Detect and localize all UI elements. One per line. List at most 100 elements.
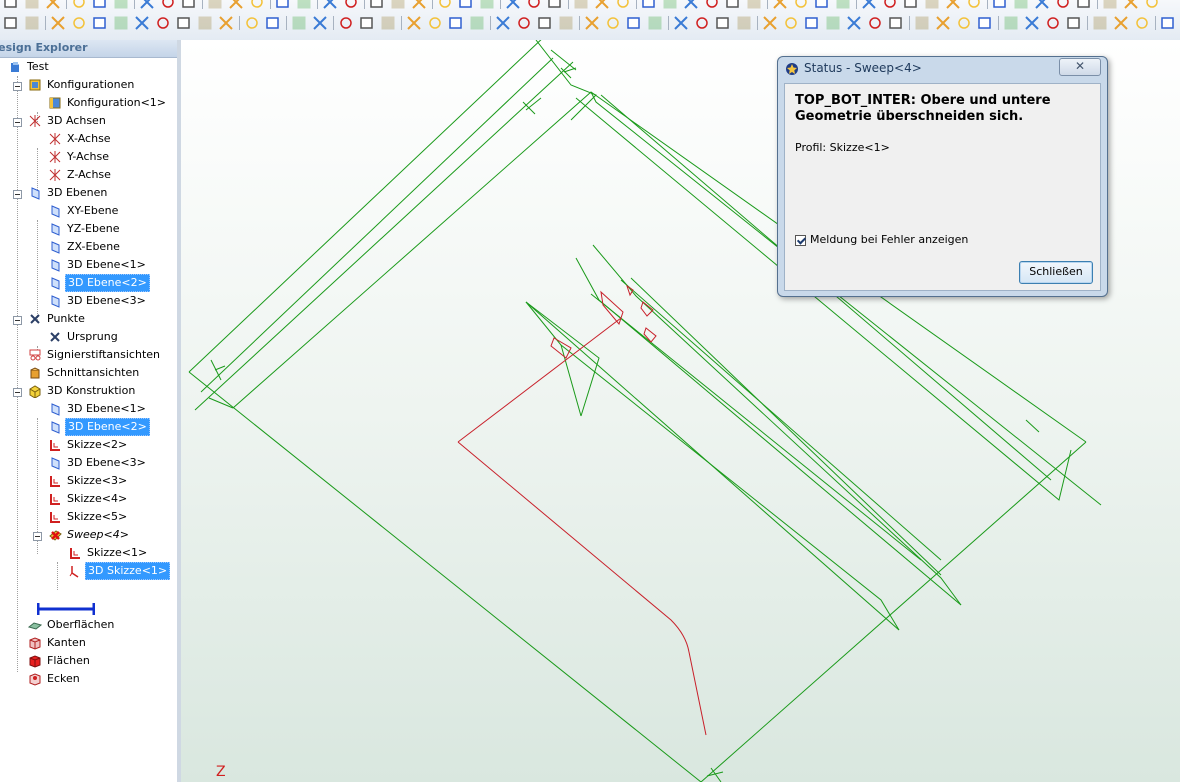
toolbar-tool-button[interactable] — [290, 14, 308, 32]
toolbar-tool-button[interactable] — [536, 14, 554, 32]
toolbar-tool-button[interactable] — [389, 0, 407, 11]
toolbar-tool-button[interactable] — [243, 14, 261, 32]
toolbar-tool-button[interactable] — [991, 0, 1009, 11]
toolbar-tool-button[interactable] — [703, 0, 721, 11]
toolbar-tool-button[interactable] — [1143, 0, 1161, 11]
tree-item-skizze-3[interactable]: Skizze<3> — [48, 472, 129, 490]
toolbar-tool-button[interactable] — [436, 0, 454, 11]
toolbar-tool-button[interactable] — [1091, 14, 1109, 32]
tree-item-konstruktion-3d-ebene-3[interactable]: 3D Ebene<3> — [48, 454, 148, 472]
tree-item-konstruktion-3d-ebene-2[interactable]: 3D Ebene<2> — [48, 418, 150, 436]
tree-item-sweep-4[interactable]: Sweep<4> — [48, 526, 131, 544]
close-button[interactable]: Schließen — [1019, 261, 1093, 284]
toolbar-tool-button[interactable] — [1002, 14, 1020, 32]
toolbar-tool-button[interactable] — [724, 0, 742, 11]
toolbar-tool-button[interactable] — [91, 0, 109, 11]
toolbar-tool-button[interactable] — [410, 0, 428, 11]
toolbar-tool-button[interactable] — [274, 0, 292, 11]
tree-item-skizze-4[interactable]: Skizze<4> — [48, 490, 129, 508]
toolbar-tool-button[interactable] — [976, 14, 994, 32]
toolbar-tool-button[interactable] — [572, 0, 590, 11]
toolbar-tool-button[interactable] — [70, 14, 88, 32]
tree-item-flaechen[interactable]: Flächen — [28, 652, 92, 670]
tree-item-kanten[interactable]: Kanten — [28, 634, 88, 652]
toolbar-tool-button[interactable] — [860, 0, 878, 11]
tree-item-zx-ebene[interactable]: ZX-Ebene — [48, 238, 122, 256]
tree-item-3d-achsen[interactable]: 3D Achsen — [28, 112, 108, 130]
toolbar-tool-button[interactable] — [1065, 14, 1083, 32]
toolbar-tool-button[interactable] — [159, 0, 177, 11]
tree-item-oberflaechen[interactable]: Oberflächen — [28, 616, 116, 634]
tree-item-konfiguration-1[interactable]: Konfiguration<1> — [48, 94, 168, 112]
toolbar-tool-button[interactable] — [965, 0, 983, 11]
toolbar-tool-button[interactable] — [447, 14, 465, 32]
toolbar-tool-button[interactable] — [614, 0, 632, 11]
toolbar-tool-button[interactable] — [902, 0, 920, 11]
toolbar-tool-button[interactable] — [1133, 14, 1151, 32]
tree-item-skizze-2[interactable]: Skizze<2> — [48, 436, 129, 454]
tree-item-konfigurationen[interactable]: Konfigurationen — [28, 76, 136, 94]
toolbar-tool-button[interactable] — [91, 14, 109, 32]
tree-item-skizze-5[interactable]: Skizze<5> — [48, 508, 129, 526]
toolbar-tool-button[interactable] — [813, 0, 831, 11]
collapse-toggle[interactable] — [33, 532, 42, 541]
toolbar-tool-button[interactable] — [913, 14, 931, 32]
tree-item-yz-ebene[interactable]: YZ-Ebene — [48, 220, 121, 238]
toolbar-tool-button[interactable] — [337, 14, 355, 32]
toolbar-tool-button[interactable] — [23, 14, 41, 32]
toolbar-tool-button[interactable] — [745, 0, 763, 11]
toolbar-tool-button[interactable] — [264, 14, 282, 32]
tree-item-schnittansichten[interactable]: Schnittansichten — [28, 364, 141, 382]
toolbar-tool-button[interactable] — [112, 14, 130, 32]
tree-item-ecken[interactable]: Ecken — [28, 670, 82, 688]
toolbar-tool-button[interactable] — [70, 0, 88, 11]
toolbar-tool-button[interactable] — [2, 0, 20, 11]
toolbar-tool-button[interactable] — [321, 0, 339, 11]
collapse-toggle[interactable] — [13, 118, 22, 127]
toolbar-tool-button[interactable] — [923, 0, 941, 11]
toolbar-tool-button[interactable] — [714, 14, 732, 32]
toolbar-tool-button[interactable] — [1054, 0, 1072, 11]
dialog-close-button[interactable]: ✕ — [1059, 58, 1101, 76]
toolbar-tool-button[interactable] — [44, 0, 62, 11]
tree-item-3d-skizze-1[interactable]: 3D Skizze<1> — [68, 562, 171, 580]
toolbar-tool-button[interactable] — [154, 14, 172, 32]
toolbar-tool-button[interactable] — [1101, 0, 1119, 11]
toolbar-tool-button[interactable] — [955, 14, 973, 32]
tree-item-ursprung[interactable]: Ursprung — [48, 328, 120, 346]
toolbar-tool-button[interactable] — [604, 14, 622, 32]
toolbar-tool-button[interactable] — [824, 14, 842, 32]
toolbar-tool-button[interactable] — [782, 14, 800, 32]
tree-item-3d-ebene-1[interactable]: 3D Ebene<1> — [48, 256, 148, 274]
toolbar-tool-button[interactable] — [771, 0, 789, 11]
toolbar-tool-button[interactable] — [640, 0, 658, 11]
toolbar-tool-button[interactable] — [735, 14, 753, 32]
toolbar-tool-button[interactable] — [49, 14, 67, 32]
toolbar-tool-button[interactable] — [2, 14, 20, 32]
tree-item-3d-ebene-3[interactable]: 3D Ebene<3> — [48, 292, 148, 310]
toolbar-tool-button[interactable] — [112, 0, 130, 11]
toolbar-tool-button[interactable] — [227, 0, 245, 11]
toolbar-tool-button[interactable] — [1044, 14, 1062, 32]
toolbar-tool-button[interactable] — [881, 0, 899, 11]
toolbar-tool-button[interactable] — [672, 14, 690, 32]
toolbar-tool-button[interactable] — [478, 0, 496, 11]
toolbar-tool-button[interactable] — [661, 0, 679, 11]
toolbar-tool-button[interactable] — [1075, 0, 1093, 11]
toolbar-tool-button[interactable] — [625, 14, 643, 32]
collapse-toggle[interactable] — [13, 388, 22, 397]
tree-item-test[interactable]: Test — [8, 58, 51, 76]
toolbar-tool-button[interactable] — [23, 0, 41, 11]
toolbar-tool-button[interactable] — [405, 14, 423, 32]
toolbar-tool-button[interactable] — [494, 14, 512, 32]
toolbar-tool-button[interactable] — [295, 0, 313, 11]
tree-item-3d-ebenen[interactable]: 3D Ebenen — [28, 184, 109, 202]
toolbar-tool-button[interactable] — [358, 14, 376, 32]
toolbar-tool-button[interactable] — [1122, 0, 1140, 11]
toolbar-tool-button[interactable] — [468, 14, 486, 32]
toolbar-tool-button[interactable] — [175, 14, 193, 32]
show-message-checkbox[interactable]: Meldung bei Fehler anzeigen — [795, 233, 968, 247]
toolbar-tool-button[interactable] — [1159, 14, 1177, 32]
toolbar-tool-button[interactable] — [593, 0, 611, 11]
toolbar-tool-button[interactable] — [803, 14, 821, 32]
